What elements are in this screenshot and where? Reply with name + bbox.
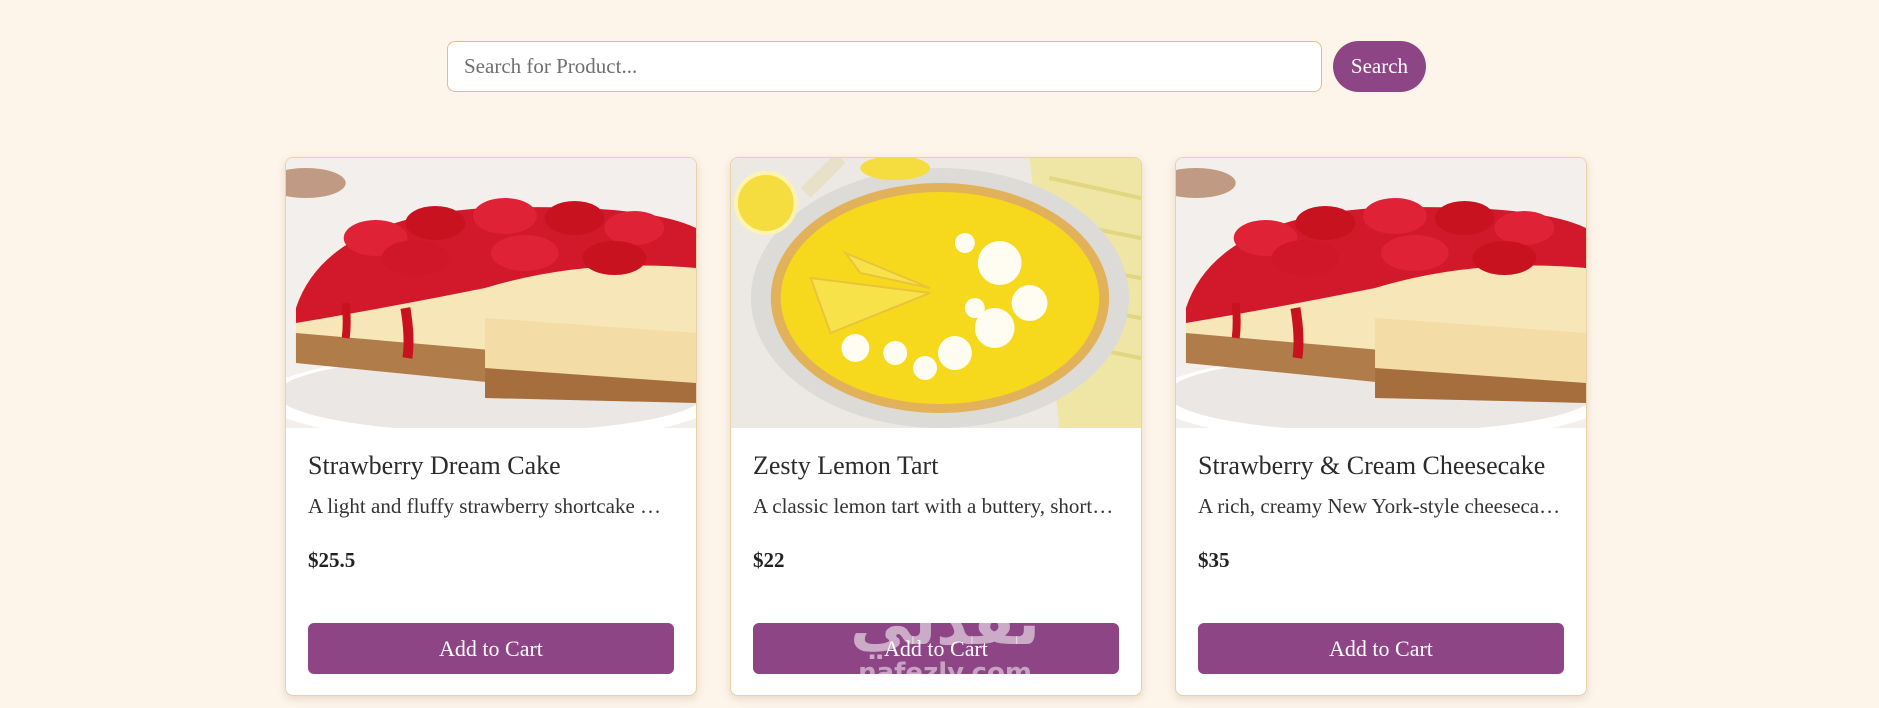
product-price: $35 — [1198, 548, 1230, 573]
search-input[interactable] — [447, 41, 1322, 92]
product-grid: Strawberry Dream Cake A light and fluffy… — [285, 157, 1587, 696]
product-title: Strawberry Dream Cake — [308, 451, 561, 480]
product-description: A rich, creamy New York-style cheesecake… — [1198, 494, 1564, 519]
card-body: Strawberry & Cream Cheesecake A rich, cr… — [1176, 428, 1586, 573]
product-card: Zesty Lemon Tart A classic lemon tart wi… — [730, 157, 1142, 696]
search-bar: Search — [447, 41, 1427, 92]
product-price: $25.5 — [308, 548, 356, 573]
product-image-strawberry-cheesecake[interactable] — [1176, 158, 1586, 428]
add-to-cart-button[interactable]: Add to Cart — [1198, 623, 1564, 674]
product-card: Strawberry & Cream Cheesecake A rich, cr… — [1175, 157, 1587, 696]
product-price: $22 — [753, 548, 785, 573]
product-image-strawberry-cheesecake[interactable] — [286, 158, 696, 428]
product-title: Strawberry & Cream Cheesecake — [1198, 451, 1546, 480]
card-body: Strawberry Dream Cake A light and fluffy… — [286, 428, 696, 573]
add-to-cart-button[interactable]: Add to Cart — [308, 623, 674, 674]
add-to-cart-button[interactable]: Add to Cart — [753, 623, 1119, 674]
product-image-lemon-tart[interactable] — [731, 158, 1141, 428]
search-button[interactable]: Search — [1333, 41, 1426, 92]
card-body: Zesty Lemon Tart A classic lemon tart wi… — [731, 428, 1141, 573]
product-title: Zesty Lemon Tart — [753, 451, 939, 480]
product-description: A light and fluffy strawberry shortcake … — [308, 494, 674, 519]
product-description: A classic lemon tart with a buttery, sho… — [753, 494, 1119, 519]
product-card: Strawberry Dream Cake A light and fluffy… — [285, 157, 697, 696]
